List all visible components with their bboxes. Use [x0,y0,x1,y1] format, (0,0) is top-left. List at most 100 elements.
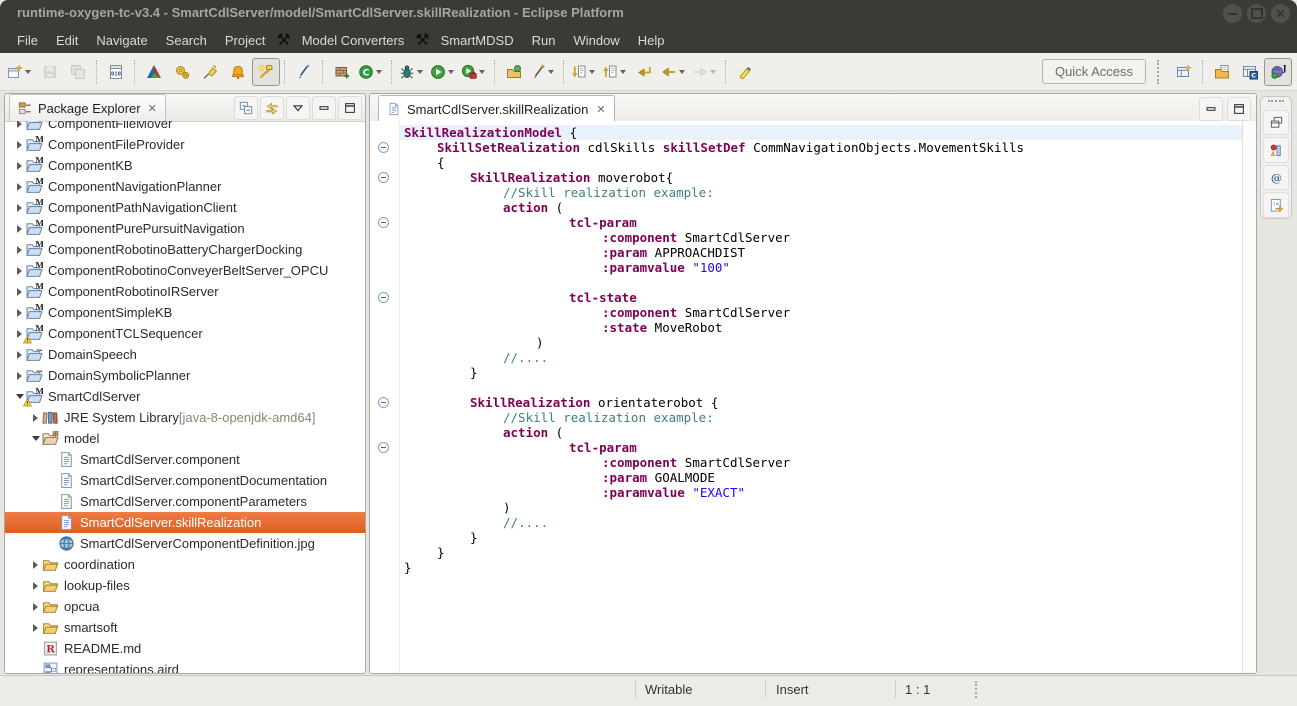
build-project-button[interactable] [252,58,280,86]
tree-item-componentsimplekb[interactable]: MComponentSimpleKB [5,302,365,323]
code-line[interactable]: :component SmartCdlServer [400,305,1243,320]
quick-access-field[interactable]: Quick Access [1042,59,1146,84]
tab-skillrealization-editor[interactable]: SmartCdlServer.skillRealization ✕ [378,95,615,122]
annotation-pen-button[interactable] [528,58,559,86]
tree-item-smartcdlserver-skillrealization[interactable]: SmartCdlServer.skillRealization [5,512,365,533]
expander-expanded-icon[interactable] [29,436,42,441]
close-view-icon[interactable]: ✕ [148,102,157,115]
code-line[interactable] [400,380,1243,395]
expander-collapsed-icon[interactable] [13,183,26,191]
clean-build-button[interactable] [196,58,224,86]
menu-edit[interactable]: Edit [47,29,87,52]
code-line[interactable]: action ( [400,425,1243,440]
save-button[interactable] [36,58,64,86]
tree-item-opcua[interactable]: opcua [5,596,365,617]
resource-perspective-button[interactable] [1208,58,1236,86]
open-resource-button[interactable] [500,58,528,86]
forward-button[interactable] [690,58,721,86]
fold-collapse-icon[interactable] [378,142,389,153]
debug-button[interactable] [397,58,428,86]
tree-item-smartcdlservercomponentdefinition-jpg[interactable]: SmartCdlServerComponentDefinition.jpg [5,533,365,554]
close-tab-icon[interactable]: ✕ [596,103,605,116]
toolbar-grip[interactable] [1157,60,1163,84]
mark-occurrences-button[interactable] [731,58,759,86]
chevron-down-icon[interactable] [376,70,382,74]
code-line[interactable]: :param GOALMODE [400,470,1243,485]
code-editor[interactable]: SkillRealizationModel {SkillSetRealizati… [370,121,1256,673]
tree-item-componentrobotinoconveyerbeltserver-opcu[interactable]: MComponentRobotinoConveyerBeltServer_OPC… [5,260,365,281]
expander-collapsed-icon[interactable] [29,414,42,422]
tools-icon[interactable]: ⚒ [413,30,431,50]
code-area[interactable]: SkillRealizationModel {SkillSetRealizati… [400,121,1243,673]
open-perspective-button[interactable] [1170,58,1198,86]
code-line[interactable]: :component SmartCdlServer [400,230,1243,245]
overview-ruler[interactable] [1242,121,1256,673]
code-line[interactable]: } [400,560,1243,575]
minimize-window-button[interactable] [1223,4,1242,23]
tree-item-componentfileprovider[interactable]: MComponentFileProvider [5,134,365,155]
expander-collapsed-icon[interactable] [13,121,26,128]
code-line[interactable]: tcl-param [400,215,1243,230]
menu-project[interactable]: Project [216,29,274,52]
code-line[interactable]: :component SmartCdlServer [400,455,1243,470]
code-line[interactable]: SkillRealization orientaterobot { [400,395,1243,410]
menu-navigate[interactable]: Navigate [87,29,156,52]
declaration-view-button[interactable]: (= [1263,192,1289,218]
status-drag-handle[interactable] [975,681,980,698]
tools-icon[interactable]: ⚒ [274,30,292,50]
expander-collapsed-icon[interactable] [13,288,26,296]
expander-collapsed-icon[interactable] [13,246,26,254]
code-line[interactable]: //.... [400,350,1243,365]
tree-item-domainsymbolicplanner[interactable]: ~DomainSymbolicPlanner [5,365,365,386]
menu-smartmdsd[interactable]: SmartMDSD [432,29,523,52]
expander-collapsed-icon[interactable] [13,351,26,359]
tree-item-componentpathnavigationclient[interactable]: MComponentPathNavigationClient [5,197,365,218]
code-line[interactable]: :paramvalue "100" [400,260,1243,275]
new-c-project-button[interactable]: C [356,58,387,86]
fold-collapse-icon[interactable] [378,397,389,408]
menu-file[interactable]: File [8,29,47,52]
expander-collapsed-icon[interactable] [13,141,26,149]
tree-item-smartcdlserver-component[interactable]: SmartCdlServer.component [5,449,365,470]
tree-item-representations-aird[interactable]: representations.aird [5,659,365,673]
tree-item-jre-system-library[interactable]: JRE System Library [java-8-openjdk-amd64… [5,407,365,428]
tree-item-smartsoft[interactable]: smartsoft [5,617,365,638]
outline-view-button[interactable] [1263,137,1289,163]
code-line[interactable]: tcl-param [400,440,1243,455]
chevron-down-icon[interactable] [25,70,31,74]
tree-item-componentfilemover[interactable]: MComponentFileMover [5,121,365,134]
last-edit-location-button[interactable] [631,58,659,86]
menu-window[interactable]: Window [564,29,628,52]
restore-views-button[interactable] [1263,110,1289,136]
code-line[interactable]: SkillRealizationModel { [400,125,1243,140]
maximize-window-button[interactable] [1247,4,1266,23]
expander-collapsed-icon[interactable] [13,267,26,275]
code-line[interactable]: ) [400,335,1243,350]
expander-collapsed-icon[interactable] [13,162,26,170]
code-generation-button[interactable] [168,58,196,86]
code-line[interactable]: ) [400,500,1243,515]
tree-item-componentpurepursuitnavigation[interactable]: MComponentPurePursuitNavigation [5,218,365,239]
menu-model-converters[interactable]: Model Converters [293,29,414,52]
menu-run[interactable]: Run [523,29,565,52]
tree-item-componentkb[interactable]: MComponentKB [5,155,365,176]
code-line[interactable]: SkillSetRealization cdlSkills skillSetDe… [400,140,1243,155]
chevron-down-icon[interactable] [417,70,423,74]
run-button[interactable] [428,58,459,86]
menu-help[interactable]: Help [629,29,674,52]
code-line[interactable]: :param APPROACHDIST [400,245,1243,260]
code-line[interactable]: //Skill realization example: [400,185,1243,200]
minimize-editor-button[interactable] [1199,97,1223,121]
minimize-view-button[interactable] [312,96,336,120]
tree-item-componentrobotinobatterychargerdocking[interactable]: MComponentRobotinoBatteryChargerDocking [5,239,365,260]
code-line[interactable]: { [400,155,1243,170]
chevron-down-icon[interactable] [548,70,554,74]
fold-collapse-icon[interactable] [378,292,389,303]
chevron-down-icon[interactable] [679,70,685,74]
tree-item-domainspeech[interactable]: ~DomainSpeech [5,344,365,365]
back-button[interactable] [659,58,690,86]
code-line[interactable]: } [400,530,1243,545]
code-line[interactable]: //.... [400,515,1243,530]
javadoc-view-button[interactable]: @ [1263,165,1289,191]
chevron-down-icon[interactable] [589,70,595,74]
